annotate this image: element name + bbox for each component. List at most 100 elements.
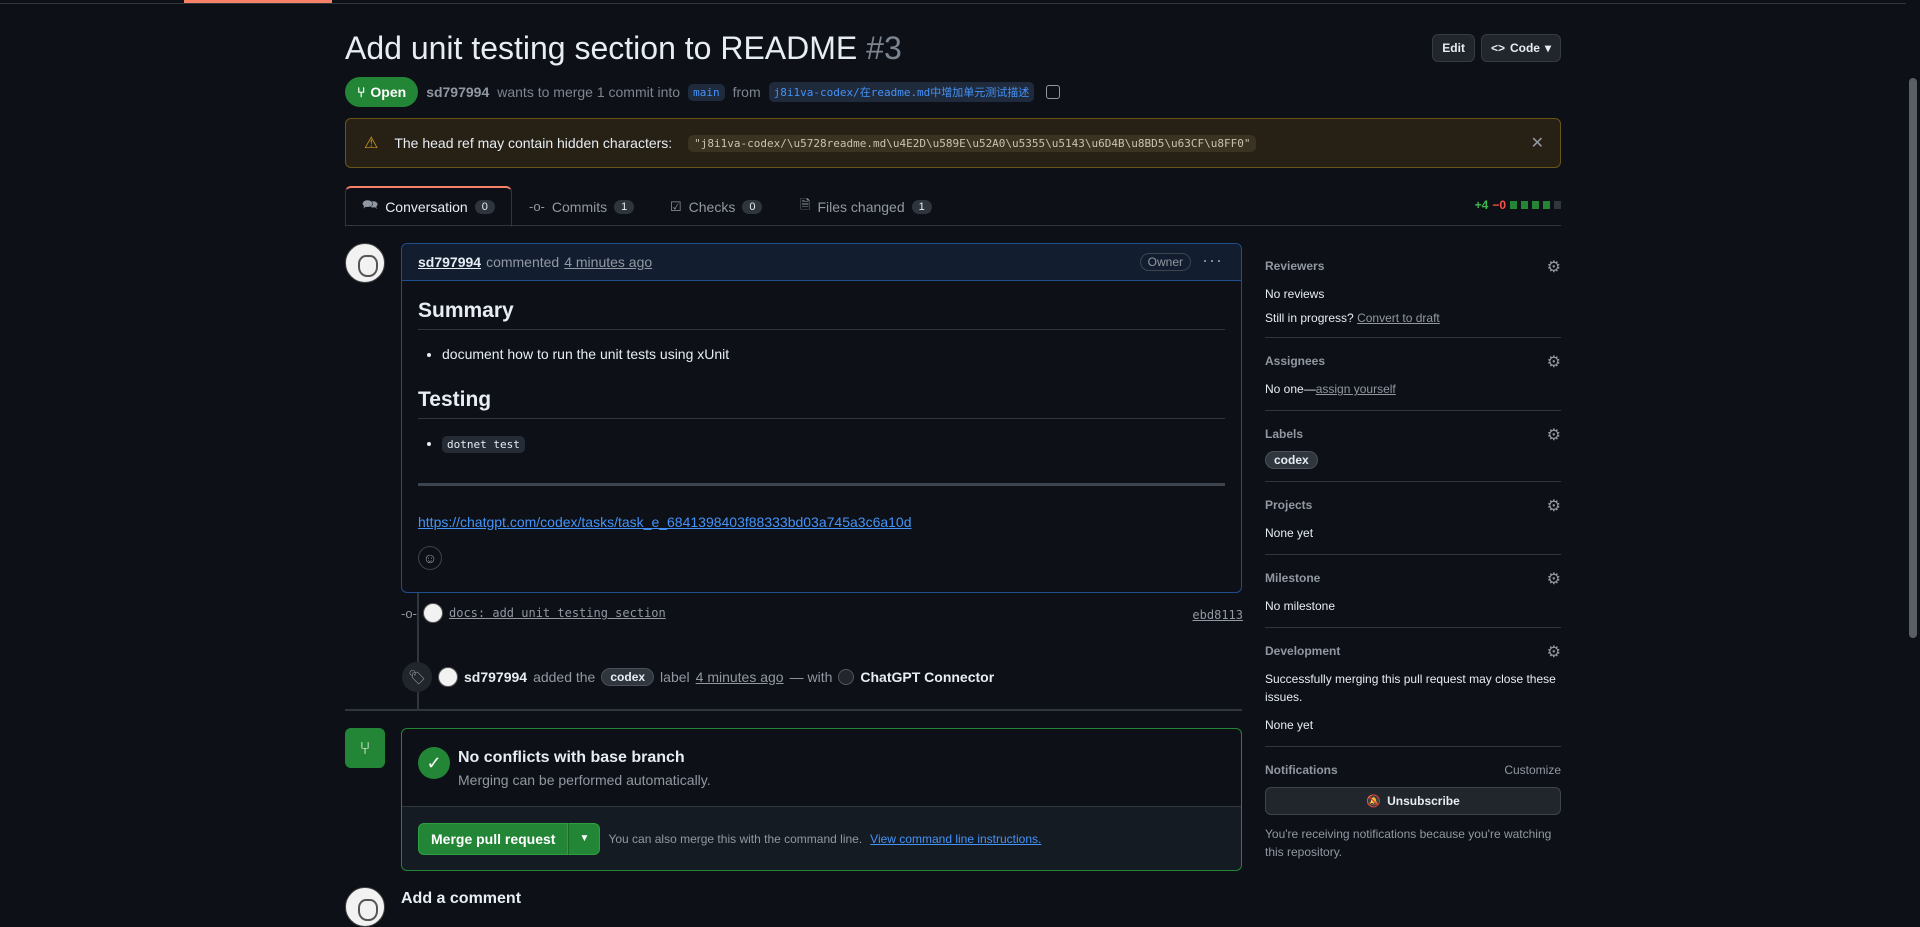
- code-icon: <>: [1490, 41, 1505, 55]
- divider: [418, 483, 1225, 486]
- nav-active-indicator: [184, 0, 332, 3]
- sidebar-milestone: Milestone ⚙ No milestone: [1265, 555, 1561, 628]
- notifications-footer: You're receiving notifications because y…: [1265, 827, 1552, 859]
- file-diff-icon: 🗎: [800, 196, 811, 212]
- copy-icon[interactable]: [1046, 85, 1061, 99]
- pr-tabs: 🗪 Conversation 0 -o- Commits 1 ☑ Checks 0 🗎 Fil…: [345, 186, 1561, 227]
- summary-heading: Summary: [418, 281, 1225, 330]
- commit-message[interactable]: docs: add unit testing section: [449, 606, 666, 620]
- connector-name[interactable]: ChatGPT Connector: [860, 669, 994, 685]
- tab-conversation[interactable]: 🗪 Conversation 0: [345, 186, 512, 227]
- sidebar-notifications: Notifications Customize 🔕 Unsubscribe You…: [1265, 747, 1561, 873]
- merge-hint: You can also merge this with the command…: [608, 831, 863, 846]
- comment-box: sd797994 commented 4 minutes ago Owner ·…: [401, 243, 1242, 593]
- merge-options-caret-icon[interactable]: ▼: [568, 822, 601, 855]
- tab-label: Commits: [551, 198, 608, 215]
- warning-text: The head ref may contain hidden characte…: [394, 135, 673, 151]
- sidebar-development: Development ⚙ Successfully merging this …: [1265, 628, 1561, 747]
- unsubscribe-button[interactable]: 🔕 Unsubscribe: [1265, 787, 1561, 815]
- pr-meta: ⑂ Open sd797994 wants to merge 1 commit i…: [345, 77, 1061, 107]
- avatar[interactable]: [423, 603, 443, 623]
- from-text: from: [732, 84, 761, 100]
- close-icon[interactable]: ✕: [1531, 133, 1544, 153]
- scrollbar-thumb[interactable]: [1909, 78, 1917, 638]
- gear-icon[interactable]: ⚙: [1547, 569, 1561, 589]
- reviewers-value: No reviews: [1265, 287, 1325, 301]
- caret-down-icon: ▾: [1544, 41, 1551, 55]
- inline-code: dotnet test: [442, 436, 525, 453]
- gear-icon[interactable]: ⚙: [1547, 642, 1561, 662]
- merge-actions: Merge pull request ▼ You can also merge …: [402, 807, 1241, 870]
- alert-icon: ⚠: [364, 135, 379, 152]
- merge-pull-request-button[interactable]: Merge pull request: [418, 822, 569, 855]
- event-action: added the: [533, 669, 596, 685]
- projects-value: None yet: [1265, 526, 1314, 540]
- pr-title: Add unit testing section to README: [345, 30, 858, 66]
- git-merge-icon: ⑂: [345, 728, 385, 768]
- comment-discussion-icon: 🗪: [362, 197, 379, 212]
- event-actor[interactable]: sd797994: [464, 669, 527, 685]
- header-actions: Edit <> Code ▾: [1432, 34, 1561, 62]
- pr-author[interactable]: sd797994: [426, 84, 489, 100]
- assign-yourself-link[interactable]: assign yourself: [1316, 382, 1396, 396]
- assignees-none: No one—: [1265, 382, 1316, 396]
- label-codex[interactable]: codex: [601, 668, 655, 686]
- label-codex[interactable]: codex: [1265, 451, 1318, 469]
- edit-button[interactable]: Edit: [1432, 34, 1475, 62]
- sidebar-title: Development: [1265, 644, 1341, 658]
- avatar[interactable]: [438, 667, 458, 687]
- sidebar-title: Projects: [1265, 498, 1313, 512]
- merge-status-subtitle: Merging can be performed automatically.: [458, 772, 711, 788]
- list-item: document how to run the unit tests using…: [442, 344, 1225, 364]
- merge-status-title: No conflicts with base branch: [458, 749, 685, 766]
- sidebar-labels: Labels ⚙ codex: [1265, 411, 1561, 482]
- event-time[interactable]: 4 minutes ago: [696, 669, 784, 685]
- codex-task-link[interactable]: https://chatgpt.com/codex/tasks/task_e_6…: [418, 514, 1225, 530]
- summary-list: document how to run the unit tests using…: [442, 344, 1225, 364]
- bell-slash-icon: 🔕: [1366, 794, 1382, 808]
- sidebar-reviewers: Reviewers ⚙ No reviews Still in progress…: [1265, 243, 1561, 338]
- head-branch[interactable]: j8i1va-codex/在readme.md中增加单元测试描述: [768, 82, 1035, 102]
- gear-icon[interactable]: ⚙: [1547, 425, 1561, 445]
- comment-time[interactable]: 4 minutes ago: [564, 254, 652, 270]
- testing-list: dotnet test: [442, 433, 1225, 455]
- code-button[interactable]: <> Code ▾: [1480, 34, 1561, 62]
- merge-text: wants to merge 1 commit into: [497, 84, 681, 100]
- deletions: −0: [1492, 198, 1506, 212]
- warning-ref: "j8i1va-codex/\u5728readme.md\u4E2D\u589…: [688, 134, 1257, 152]
- tab-commits[interactable]: -o- Commits 1: [529, 186, 635, 227]
- connector-avatar: [838, 669, 855, 685]
- owner-badge: Owner: [1139, 253, 1191, 271]
- development-value: None yet: [1265, 718, 1314, 732]
- diff-block: [1521, 201, 1528, 209]
- base-branch[interactable]: main: [688, 83, 725, 101]
- gear-icon[interactable]: ⚙: [1547, 496, 1561, 516]
- gear-icon[interactable]: ⚙: [1547, 352, 1561, 372]
- customize-link[interactable]: Customize: [1504, 763, 1561, 777]
- kebab-icon[interactable]: ···: [1202, 250, 1223, 271]
- commit-icon: -o-: [529, 199, 545, 214]
- diff-block: [1554, 201, 1561, 209]
- diffstat[interactable]: +4 −0: [1475, 198, 1561, 212]
- comment-action: commented: [486, 254, 560, 270]
- command-line-link[interactable]: View command line instructions.: [870, 832, 1041, 846]
- gear-icon[interactable]: ⚙: [1547, 257, 1561, 277]
- scrollbar[interactable]: [1906, 0, 1920, 919]
- tab-label: Files changed: [817, 198, 905, 215]
- avatar[interactable]: [345, 243, 385, 283]
- commit-sha[interactable]: ebd8113: [1192, 608, 1243, 622]
- sidebar-assignees: Assignees ⚙ No one—assign yourself: [1265, 338, 1561, 411]
- merge-status: ✓ No conflicts with base branch Merging …: [402, 729, 1241, 807]
- sidebar-title: Assignees: [1265, 354, 1326, 368]
- label-event: 🏷 sd797994 added the codex label 4 minut…: [402, 662, 994, 692]
- pull-request-page: Add unit testing section to README #3 Ed…: [345, 0, 1561, 927]
- tab-label: Checks: [688, 198, 736, 215]
- additions: +4: [1474, 198, 1489, 212]
- convert-to-draft-link[interactable]: Convert to draft: [1357, 311, 1440, 325]
- tab-checks[interactable]: ☑ Checks 0: [670, 186, 763, 227]
- diff-block: [1543, 201, 1550, 209]
- commit-event: -o- docs: add unit testing section: [401, 603, 666, 623]
- comment-author[interactable]: sd797994: [418, 254, 481, 270]
- smiley-icon[interactable]: ☺: [418, 546, 442, 570]
- tab-files-changed[interactable]: 🗎 Files changed 1: [800, 186, 932, 227]
